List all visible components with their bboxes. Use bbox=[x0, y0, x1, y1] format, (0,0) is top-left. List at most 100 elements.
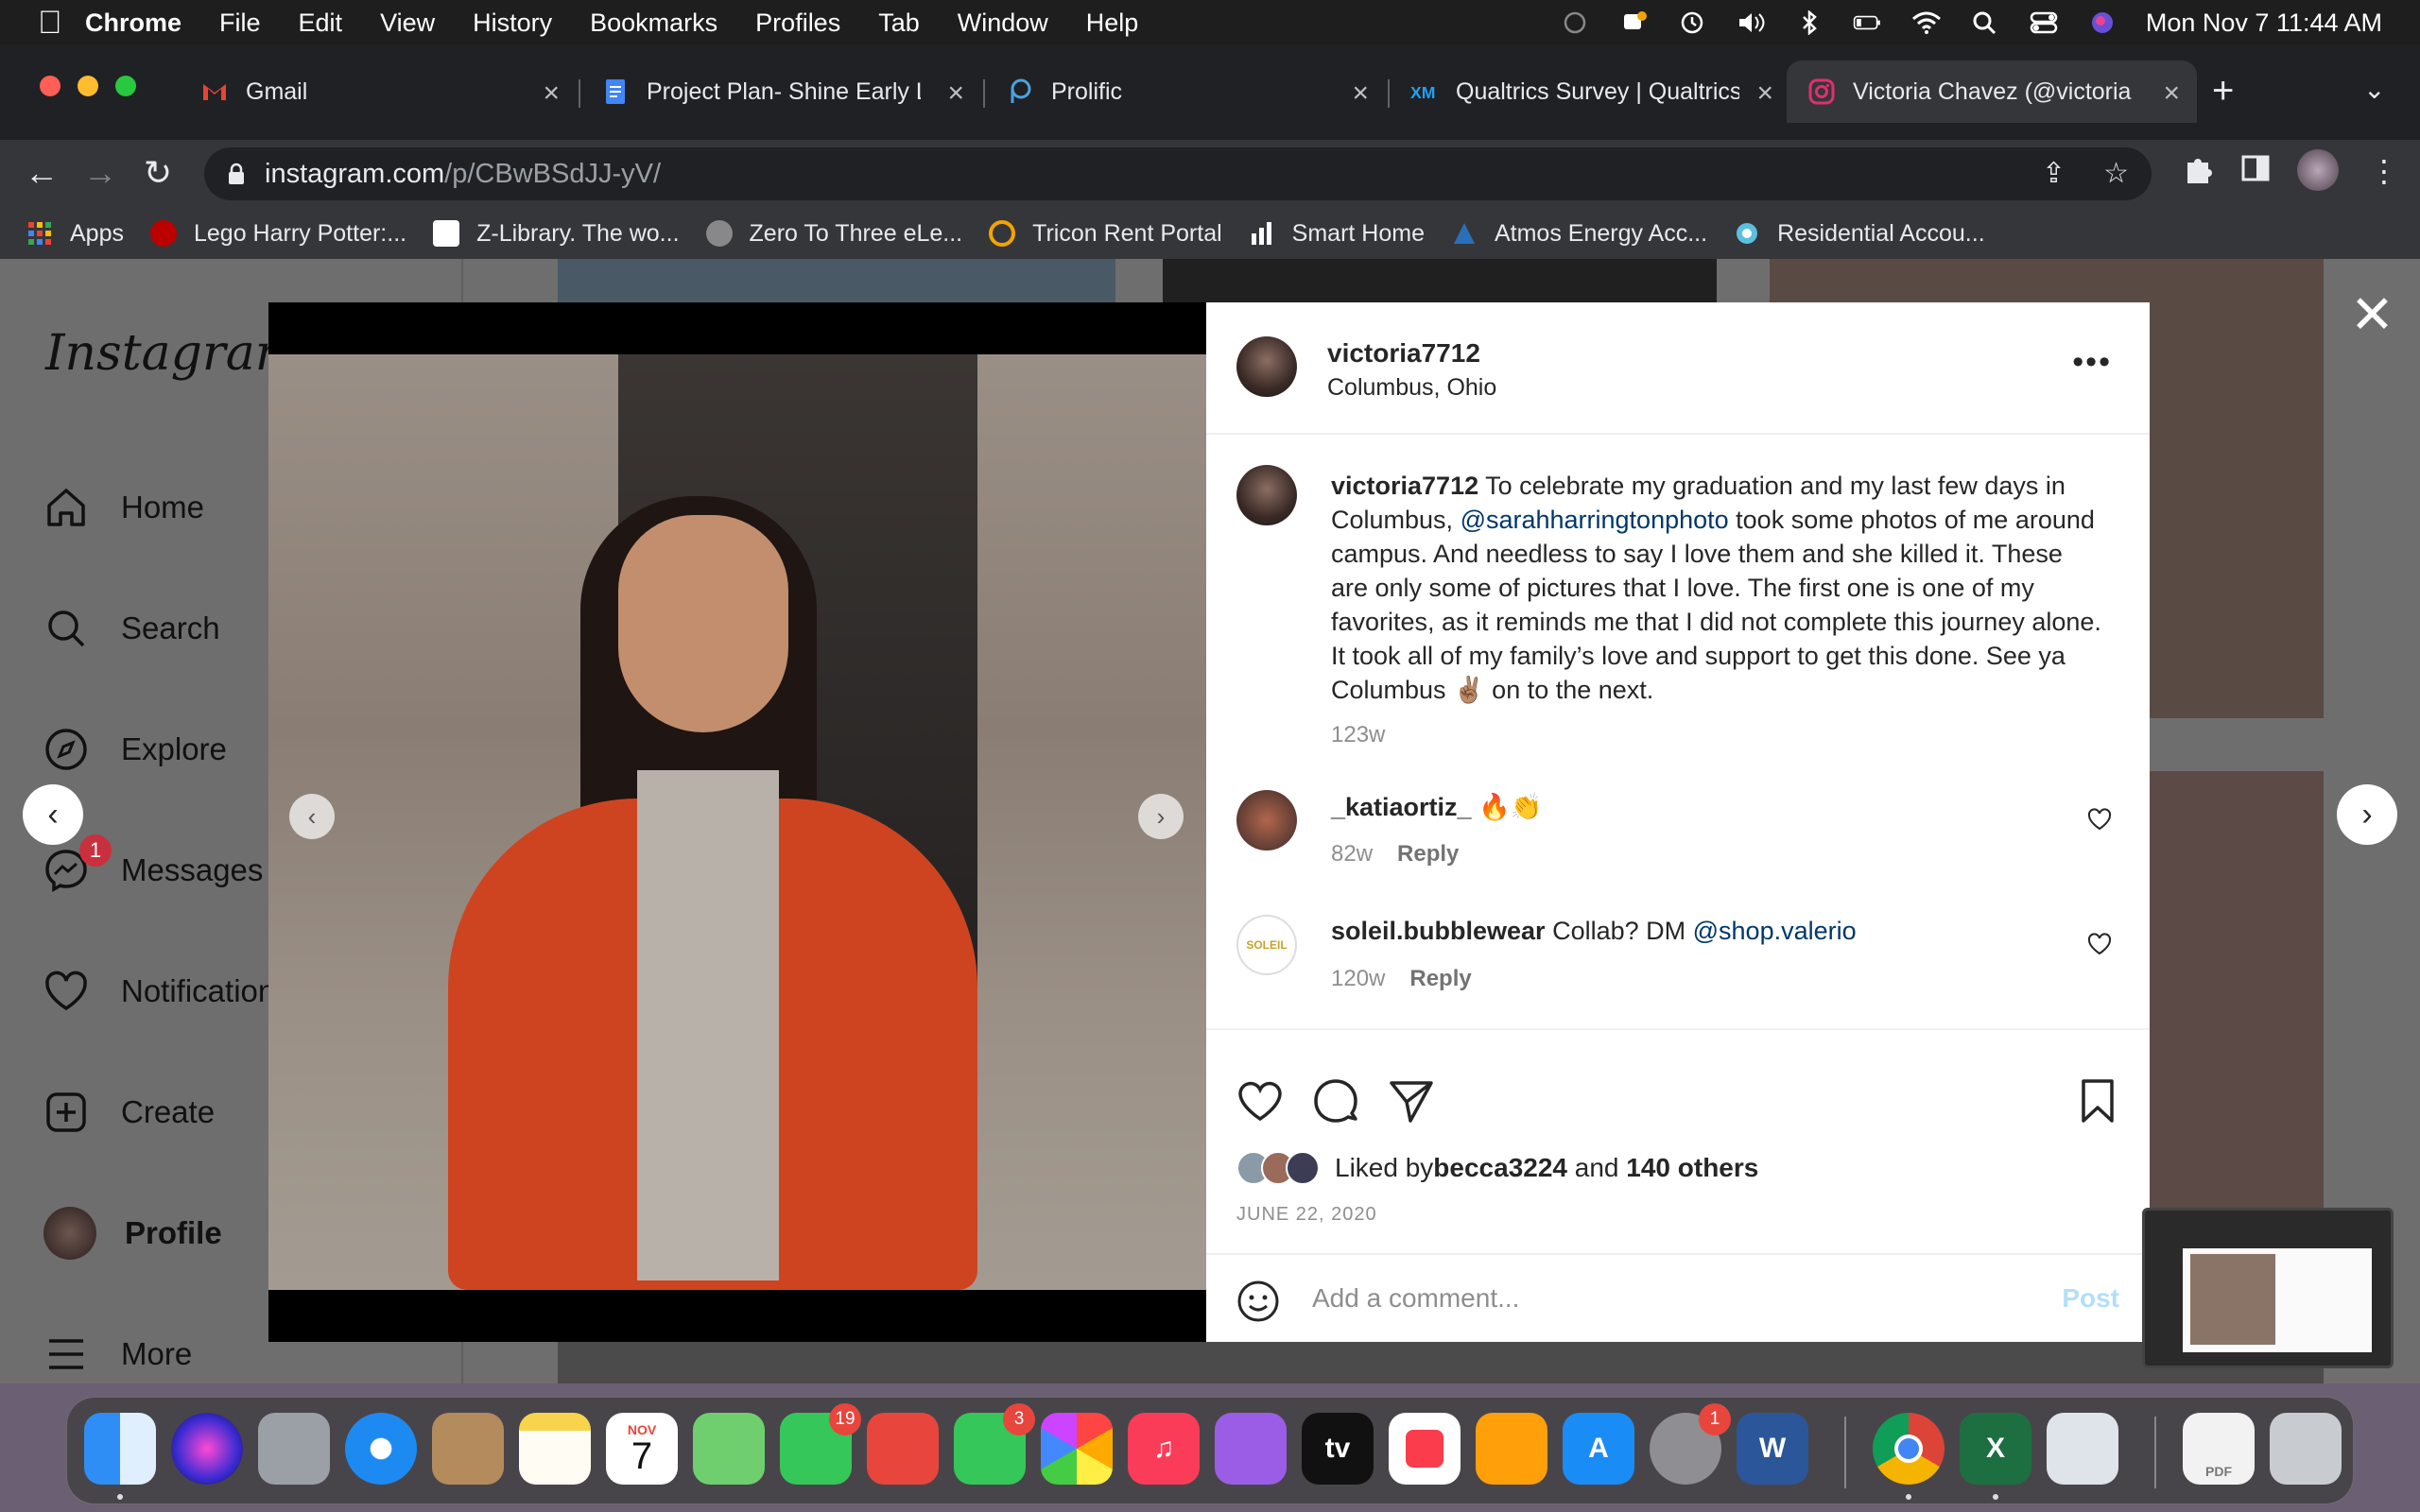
close-tab-icon[interactable]: × bbox=[947, 77, 964, 110]
close-tab-icon[interactable]: × bbox=[1756, 77, 1773, 110]
menu-edit[interactable]: Edit bbox=[299, 9, 343, 38]
author-username[interactable]: victoria7712 bbox=[1327, 338, 1480, 369]
bookmark-smart-home[interactable]: Smart Home bbox=[1249, 220, 1425, 248]
comment-mention-link[interactable]: @shop.valerio bbox=[1693, 917, 1857, 945]
launchpad-icon[interactable] bbox=[258, 1413, 330, 1485]
safari-icon[interactable] bbox=[345, 1413, 417, 1485]
comment-username[interactable]: _katiaortiz_ bbox=[1331, 793, 1472, 821]
bookmark-star-icon[interactable]: ☆ bbox=[2103, 157, 2129, 190]
sidebar-item-search[interactable]: Search bbox=[43, 595, 220, 662]
menu-bar-clock[interactable]: Mon Nov 7 11:44 AM bbox=[2146, 9, 2382, 38]
tab-gmail[interactable]: Gmail × bbox=[180, 60, 577, 123]
sidebar-item-explore[interactable]: Explore bbox=[43, 716, 227, 782]
excel-icon[interactable]: X bbox=[1960, 1413, 2031, 1485]
menu-tab[interactable]: Tab bbox=[878, 9, 920, 38]
comment-reply-button[interactable]: Reply bbox=[1397, 841, 1459, 867]
chrome-icon[interactable] bbox=[1873, 1413, 1945, 1485]
comment-like-heart-icon[interactable] bbox=[2087, 807, 2112, 832]
photo-booth-icon[interactable] bbox=[867, 1413, 939, 1485]
time-machine-icon[interactable] bbox=[1677, 10, 1707, 35]
share-paper-plane-icon[interactable] bbox=[1388, 1077, 1435, 1125]
menu-view[interactable]: View bbox=[380, 9, 435, 38]
close-tab-icon[interactable]: × bbox=[1352, 77, 1369, 110]
previous-post-button[interactable]: ‹ bbox=[23, 784, 83, 845]
comment-username[interactable]: soleil.bubblewear bbox=[1331, 917, 1546, 945]
sidebar-item-more[interactable]: More bbox=[43, 1321, 192, 1383]
news-icon[interactable] bbox=[1389, 1413, 1461, 1485]
tab-project-plan[interactable]: Project Plan- Shine Early L × bbox=[580, 60, 981, 123]
wifi-icon[interactable] bbox=[1911, 10, 1942, 35]
next-post-button[interactable]: › bbox=[2337, 784, 2397, 845]
extensions-puzzle-icon[interactable] bbox=[2182, 153, 2214, 185]
spotlight-search-icon[interactable] bbox=[1970, 10, 2000, 35]
carousel-prev-button[interactable]: ‹ bbox=[289, 794, 335, 839]
control-center-icon[interactable] bbox=[2029, 10, 2059, 35]
tab-search-chevron-icon[interactable]: ⌄ bbox=[2363, 74, 2385, 105]
liked-by-others[interactable]: 140 others bbox=[1626, 1153, 1758, 1183]
side-panel-icon[interactable] bbox=[2240, 153, 2271, 183]
lock-icon[interactable] bbox=[227, 163, 246, 185]
sidebar-item-home[interactable]: Home bbox=[43, 474, 204, 541]
share-icon[interactable]: ⇪ bbox=[2042, 157, 2066, 190]
siri-app-icon[interactable] bbox=[171, 1413, 243, 1485]
menu-profiles[interactable]: Profiles bbox=[755, 9, 840, 38]
save-bookmark-icon[interactable] bbox=[2074, 1077, 2121, 1125]
bookmark-apps[interactable]: Apps bbox=[26, 220, 124, 248]
bluetooth-icon[interactable] bbox=[1794, 10, 1824, 35]
apple-menu-icon[interactable]:  bbox=[38, 5, 85, 42]
address-bar[interactable]: instagram.com/p/CBwBSdJJ-yV/ ⇪ ☆ bbox=[204, 147, 2152, 200]
post-date[interactable]: JUNE 22, 2020 bbox=[1236, 1204, 1377, 1226]
sidebar-item-notifications[interactable]: Notifications bbox=[43, 958, 291, 1024]
close-tab-icon[interactable]: × bbox=[543, 77, 560, 110]
close-window-button[interactable] bbox=[40, 76, 60, 96]
trash-icon[interactable] bbox=[2270, 1413, 2342, 1485]
emoji-icon[interactable] bbox=[1236, 1280, 1280, 1323]
bookmark-lego-harry-potter[interactable]: Lego Harry Potter:... bbox=[149, 220, 406, 248]
author-avatar[interactable] bbox=[1236, 336, 1297, 397]
tab-qualtrics[interactable]: XM Qualtrics Survey | Qualtrics × bbox=[1390, 60, 1790, 123]
zoom-window-button[interactable] bbox=[115, 76, 136, 96]
close-tab-icon[interactable]: × bbox=[2163, 77, 2180, 110]
sidebar-item-messages[interactable]: 1 Messages bbox=[43, 834, 263, 903]
siri-icon[interactable] bbox=[2087, 10, 2118, 35]
menu-file[interactable]: File bbox=[219, 9, 261, 38]
close-modal-icon[interactable]: ✕ bbox=[2350, 284, 2394, 346]
forward-arrow-icon[interactable]: → bbox=[83, 153, 117, 193]
bookmark-z-library[interactable]: Z-Library. The wo... bbox=[433, 220, 680, 248]
comment-input[interactable]: Add a comment... bbox=[1312, 1283, 1519, 1314]
bookmark-zero-to-three[interactable]: Zero To Three eLe... bbox=[705, 220, 962, 248]
bookmark-residential[interactable]: Residential Accou... bbox=[1734, 220, 1985, 248]
liked-by-user[interactable]: becca3224 bbox=[1433, 1153, 1567, 1183]
focus-icon[interactable] bbox=[1560, 10, 1590, 35]
photos-icon[interactable] bbox=[1041, 1413, 1113, 1485]
bookmark-atmos-energy[interactable]: Atmos Energy Acc... bbox=[1451, 220, 1707, 248]
volume-icon[interactable] bbox=[1736, 10, 1766, 35]
like-heart-icon[interactable] bbox=[1236, 1077, 1284, 1125]
menu-window[interactable]: Window bbox=[958, 9, 1048, 38]
minimize-window-button[interactable] bbox=[78, 76, 98, 96]
app-store-icon[interactable]: A bbox=[1563, 1413, 1634, 1485]
calendar-icon[interactable]: NOV 7 bbox=[606, 1413, 678, 1485]
bookmark-tricon[interactable]: Tricon Rent Portal bbox=[989, 220, 1222, 248]
sidebar-item-profile[interactable]: Profile bbox=[43, 1200, 222, 1266]
back-arrow-icon[interactable]: ← bbox=[25, 153, 59, 193]
maps-icon[interactable] bbox=[693, 1413, 765, 1485]
grid-photo[interactable] bbox=[558, 259, 1115, 306]
comment-avatar[interactable]: SOLEIL bbox=[1236, 915, 1297, 975]
menu-history[interactable]: History bbox=[473, 9, 552, 38]
tab-prolific[interactable]: Prolific × bbox=[985, 60, 1386, 123]
menu-help[interactable]: Help bbox=[1086, 9, 1139, 38]
caption-avatar[interactable] bbox=[1236, 465, 1297, 525]
new-tab-icon[interactable]: + bbox=[2212, 70, 2234, 112]
podcasts-icon[interactable] bbox=[1215, 1413, 1287, 1485]
finder-icon[interactable] bbox=[84, 1413, 156, 1485]
profile-avatar[interactable] bbox=[2297, 149, 2339, 191]
comment-bubble-icon[interactable] bbox=[1312, 1077, 1359, 1125]
grid-photo[interactable] bbox=[1163, 259, 1717, 306]
chrome-menu-icon[interactable]: ⋮ bbox=[2369, 153, 2399, 189]
screenshot-thumbnail[interactable] bbox=[2142, 1208, 2394, 1368]
likes-summary[interactable]: Liked by becca3224 and 140 others bbox=[1236, 1151, 1758, 1185]
more-options-icon[interactable]: ••• bbox=[2072, 344, 2112, 381]
messages-app-icon[interactable]: 19 bbox=[780, 1403, 861, 1485]
music-icon[interactable]: ♫ bbox=[1128, 1413, 1200, 1485]
